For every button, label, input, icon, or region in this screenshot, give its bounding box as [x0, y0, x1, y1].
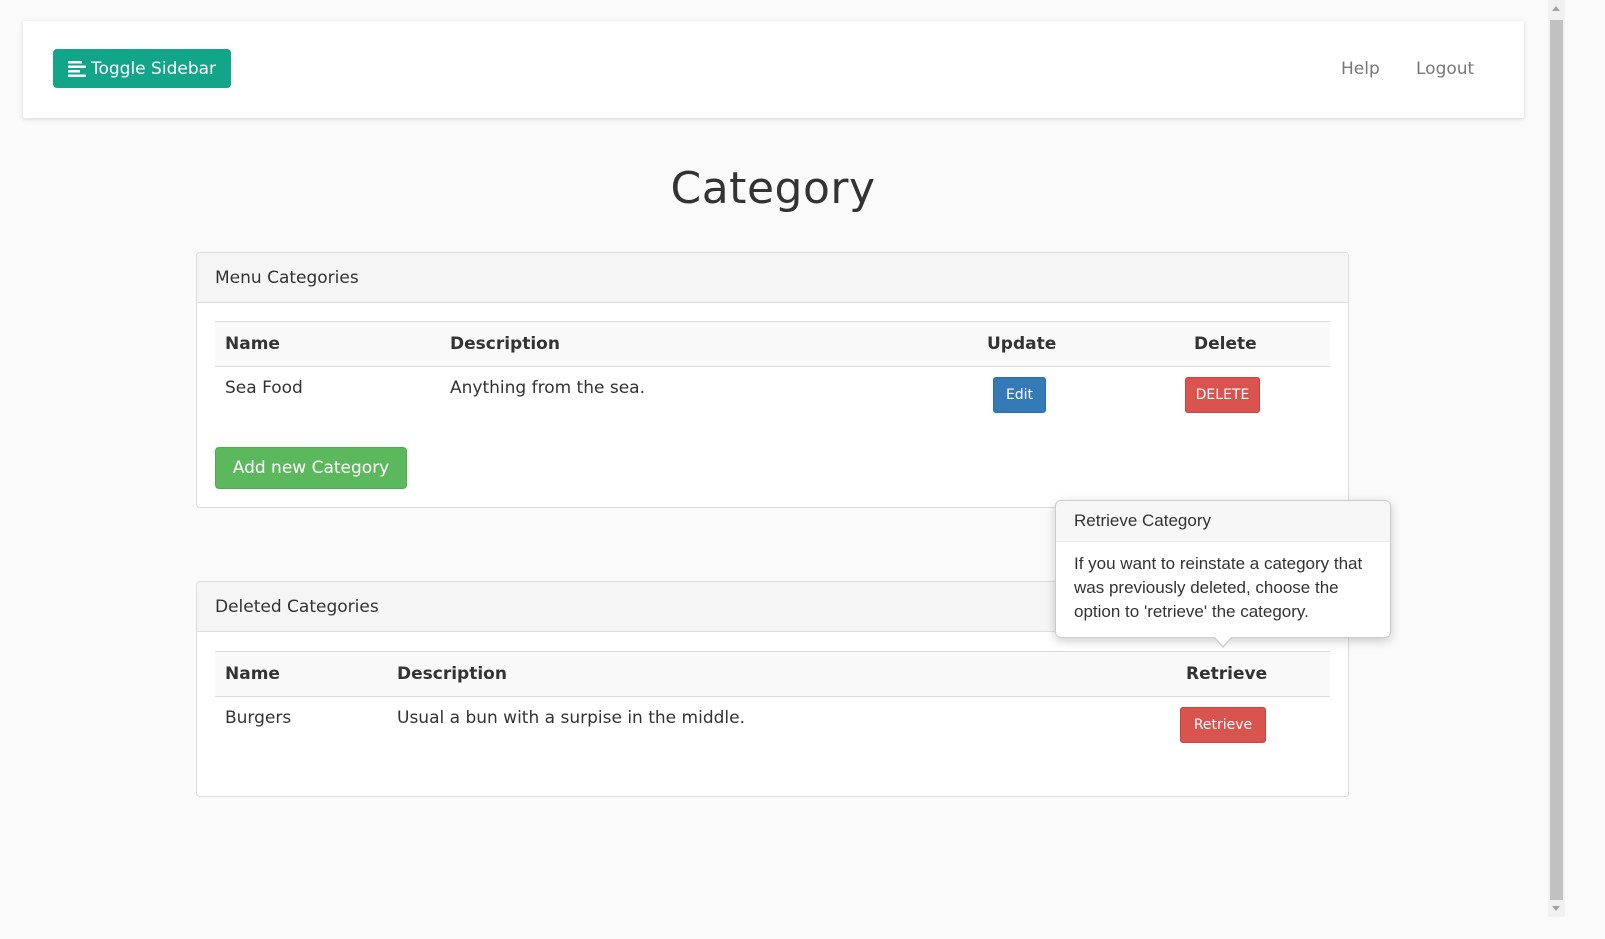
logout-link[interactable]: Logout	[1416, 59, 1474, 79]
column-header-retrieve: Retrieve	[1186, 664, 1268, 684]
column-header-delete: Delete	[1194, 334, 1257, 354]
vertical-scrollbar[interactable]	[1548, 0, 1565, 917]
retrieve-button[interactable]: Retrieve	[1180, 707, 1266, 743]
table-header: Name Description Retrieve	[215, 651, 1330, 697]
menu-categories-panel: Menu Categories Name Description Update …	[196, 252, 1349, 508]
category-description: Anything from the sea.	[450, 378, 646, 398]
toggle-sidebar-button[interactable]: Toggle Sidebar	[53, 49, 231, 88]
scroll-up-icon[interactable]	[1552, 6, 1560, 11]
popover-content: If you want to reinstate a category that…	[1074, 554, 1363, 621]
scrollbar-thumb[interactable]	[1550, 20, 1563, 900]
column-header-name: Name	[225, 664, 280, 684]
scroll-down-icon[interactable]	[1552, 906, 1560, 911]
top-navbar: Toggle Sidebar Help Logout	[23, 21, 1524, 118]
category-name: Sea Food	[225, 378, 303, 398]
popover-arrow	[1213, 636, 1233, 648]
retrieve-category-popover: Retrieve Category If you want to reinsta…	[1055, 500, 1391, 648]
menu-categories-table: Name Description Update Delete Sea Food …	[215, 321, 1330, 413]
table-header: Name Description Update Delete	[215, 321, 1330, 367]
column-header-description: Description	[397, 664, 507, 684]
delete-button[interactable]: DELETE	[1185, 377, 1260, 413]
panel-heading: Menu Categories	[197, 253, 1348, 303]
deleted-categories-table: Name Description Retrieve Burgers Usual …	[215, 651, 1330, 751]
page-title: Category	[670, 163, 876, 214]
toggle-sidebar-label: Toggle Sidebar	[90, 58, 217, 79]
category-description: Usual a bun with a surpise in the middle…	[397, 708, 745, 728]
edit-button[interactable]: Edit	[993, 377, 1046, 413]
align-left-icon	[67, 60, 86, 77]
column-header-name: Name	[225, 334, 280, 354]
column-header-update: Update	[987, 334, 1057, 354]
popover-title: Retrieve Category	[1056, 501, 1390, 542]
add-new-category-button[interactable]: Add new Category	[215, 447, 407, 489]
help-link[interactable]: Help	[1341, 59, 1380, 79]
category-name: Burgers	[225, 708, 292, 728]
column-header-description: Description	[450, 334, 560, 354]
